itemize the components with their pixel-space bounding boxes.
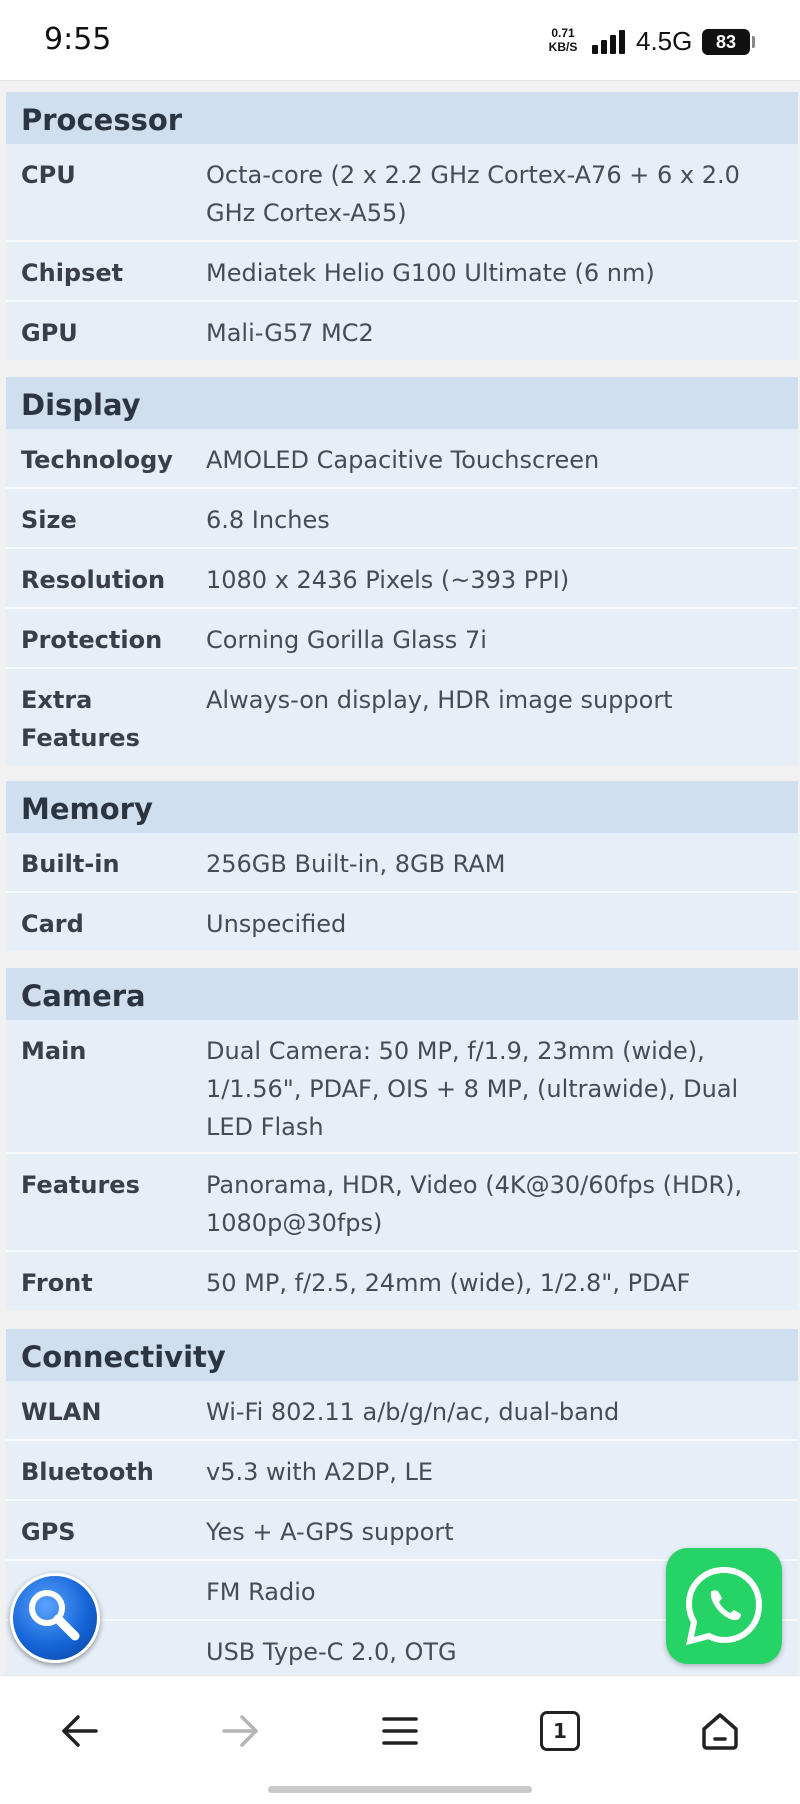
forward-arrow-icon xyxy=(222,1715,258,1747)
section-processor: Processor CPU Octa-core (2 x 2.2 GHz Cor… xyxy=(6,92,798,360)
spec-value: v5.3 with A2DP, LE xyxy=(206,1458,433,1486)
status-bar: 9:55 0.71 KB/S 4.5G 83 xyxy=(0,0,800,80)
home-icon xyxy=(702,1713,738,1750)
spec-row: Protection Corning Gorilla Glass 7i xyxy=(6,609,798,669)
spec-row: Card Unspecified xyxy=(6,893,798,951)
spec-value: 256GB Built-in, 8GB RAM xyxy=(206,850,506,878)
spec-label: Technology xyxy=(21,446,173,474)
spec-row: Front 50 MP, f/2.5, 24mm (wide), 1/2.8",… xyxy=(6,1252,798,1310)
gesture-bar[interactable] xyxy=(268,1786,532,1793)
spec-label: Resolution xyxy=(21,566,166,594)
spec-label: Built-in xyxy=(21,850,120,878)
network-speed-value: 0.71 xyxy=(551,26,575,40)
tabs-icon: 1 xyxy=(540,1711,580,1751)
spec-row: Technology AMOLED Capacitive Touchscreen xyxy=(6,429,798,489)
spec-row: CPU Octa-core (2 x 2.2 GHz Cortex-A76 + … xyxy=(6,144,798,242)
spec-row: Extra Features Always-on display, HDR im… xyxy=(6,669,798,765)
spec-value: Mediatek Helio G100 Ultimate (6 nm) xyxy=(206,259,655,287)
section-camera: Camera Main Dual Camera: 50 MP, f/1.9, 2… xyxy=(6,968,798,1310)
menu-button[interactable] xyxy=(360,1696,440,1766)
battery-tip xyxy=(752,36,755,48)
spec-label: Bluetooth xyxy=(21,1458,154,1486)
section-memory: Memory Built-in 256GB Built-in, 8GB RAM … xyxy=(6,781,798,951)
section-display: Display Technology AMOLED Capacitive Tou… xyxy=(6,377,798,765)
network-speed: 0.71 KB/S xyxy=(544,26,582,54)
search-button[interactable] xyxy=(10,1573,100,1663)
whatsapp-icon xyxy=(685,1566,763,1646)
spec-label: WLAN xyxy=(21,1398,102,1426)
section-title: Processor xyxy=(6,92,798,144)
spec-value: Corning Gorilla Glass 7i xyxy=(206,626,487,654)
spec-row: WLAN Wi-Fi 802.11 a/b/g/n/ac, dual-band xyxy=(6,1381,798,1441)
spec-value: Wi-Fi 802.11 a/b/g/n/ac, dual-band xyxy=(206,1398,620,1426)
spec-label: Protection xyxy=(21,626,163,654)
back-button[interactable] xyxy=(40,1696,120,1766)
network-type: 4.5G xyxy=(636,26,693,56)
spec-label: Front xyxy=(21,1269,93,1297)
signal-icon xyxy=(592,30,628,54)
battery-icon: 83 xyxy=(702,29,750,55)
section-title: Display xyxy=(6,377,798,429)
spec-row: Size 6.8 Inches xyxy=(6,489,798,549)
spec-value: Dual Camera: 50 MP, f/1.9, 23mm (wide), … xyxy=(206,1037,739,1141)
spec-value: 50 MP, f/2.5, 24mm (wide), 1/2.8", PDAF xyxy=(206,1269,691,1297)
spec-row: Main Dual Camera: 50 MP, f/1.9, 23mm (wi… xyxy=(6,1020,798,1154)
network-speed-unit: KB/S xyxy=(548,40,578,54)
spec-value: AMOLED Capacitive Touchscreen xyxy=(206,446,600,474)
spec-label: CPU xyxy=(21,161,76,189)
menu-icon xyxy=(382,1717,418,1745)
bottom-nav: 1 xyxy=(0,1675,800,1804)
status-time: 9:55 xyxy=(44,22,112,57)
tab-count: 1 xyxy=(553,1719,567,1743)
spec-label: GPU xyxy=(21,319,78,347)
spec-label: Features xyxy=(21,1171,140,1199)
section-title: Camera xyxy=(6,968,798,1020)
section-title: Connectivity xyxy=(6,1329,798,1381)
section-title: Memory xyxy=(6,781,798,833)
spec-row: Built-in 256GB Built-in, 8GB RAM xyxy=(6,833,798,893)
spec-row: GPU Mali-G57 MC2 xyxy=(6,302,798,360)
spec-label: Card xyxy=(21,910,84,938)
spec-row: Resolution 1080 x 2436 Pixels (~393 PPI) xyxy=(6,549,798,609)
spec-label: GPS xyxy=(21,1518,76,1546)
spec-row: Features Panorama, HDR, Video (4K@30/60f… xyxy=(6,1154,798,1252)
forward-button[interactable] xyxy=(200,1696,280,1766)
spec-value: Octa-core (2 x 2.2 GHz Cortex-A76 + 6 x … xyxy=(206,161,740,227)
spec-value: 6.8 Inches xyxy=(206,506,330,534)
magnifier-icon xyxy=(29,1590,80,1641)
spec-label: Size xyxy=(21,506,77,534)
spec-content[interactable]: Processor CPU Octa-core (2 x 2.2 GHz Cor… xyxy=(0,81,800,1675)
spec-label: Extra Features xyxy=(21,686,140,752)
spec-label: Chipset xyxy=(21,259,124,287)
spec-value: Panorama, HDR, Video (4K@30/60fps (HDR),… xyxy=(206,1171,743,1237)
spec-label: Main xyxy=(21,1037,87,1065)
spec-value: 1080 x 2436 Pixels (~393 PPI) xyxy=(206,566,570,594)
spec-value: Mali-G57 MC2 xyxy=(206,319,374,347)
spec-row: Bluetooth v5.3 with A2DP, LE xyxy=(6,1441,798,1501)
back-arrow-icon xyxy=(62,1715,98,1747)
spec-value: Unspecified xyxy=(206,910,347,938)
spec-row: Chipset Mediatek Helio G100 Ultimate (6 … xyxy=(6,242,798,302)
whatsapp-button[interactable] xyxy=(666,1548,782,1664)
home-button[interactable] xyxy=(680,1696,760,1766)
spec-value: Always-on display, HDR image support xyxy=(206,686,673,714)
tabs-button[interactable]: 1 xyxy=(520,1696,600,1766)
